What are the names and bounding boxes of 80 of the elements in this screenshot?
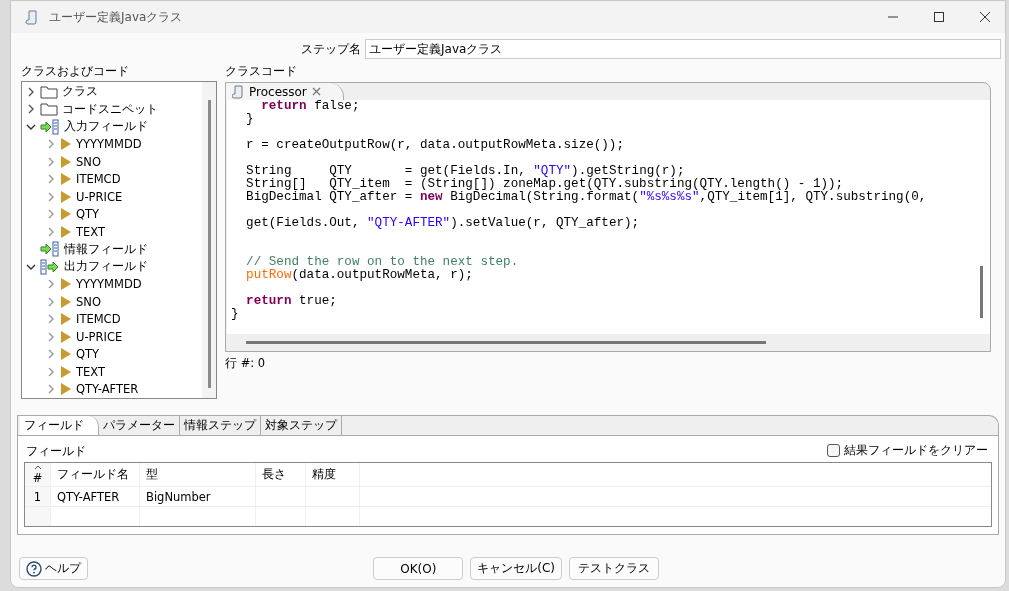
tree-label: クラスおよびコード [21,63,130,79]
arrow-column-icon [40,241,60,258]
folder-icon [40,84,58,99]
triangle-icon [60,138,72,151]
triangle-icon [60,208,72,221]
column-header[interactable]: # [25,463,51,486]
scrollbar-thumb[interactable] [207,100,211,388]
chevron-icon[interactable] [26,104,36,115]
triangle-icon [60,225,72,238]
tree-item[interactable]: TEXT [22,223,202,241]
triangle-icon [60,365,72,378]
triangle-icon [60,295,72,308]
tree-item[interactable]: QTY [22,345,202,363]
tree-item[interactable]: TEXT [22,363,202,381]
table-cell: BigNumber [140,487,256,506]
step-name-label: ステップ名 [301,41,361,57]
tree-item[interactable]: YYYYMMDD [22,135,202,153]
triangle-icon [60,383,72,396]
window-title: ユーザー定義Javaクラス [49,8,183,26]
column-header[interactable]: フィールド名 [51,463,140,486]
dialog-button[interactable]: テストクラス [569,557,659,580]
code-line: } [231,308,240,321]
code-line: BigDecimal QTY_after = new BigDecimal(String.format("%s%s%s",QTY_item[1], QTY.substring(0, [245,191,928,204]
code-line: // Send the row on to the next step. [245,256,520,269]
question-icon [26,560,42,577]
tree-item[interactable]: SNO [22,153,202,171]
sort-icon[interactable] [33,464,42,470]
maximize-icon[interactable] [933,11,945,23]
step-name-field[interactable]: ユーザー定義Javaクラス [365,39,1001,59]
editor-tab[interactable]: Processor [226,83,344,100]
triangle-icon [60,330,72,343]
code-line: } [245,113,255,126]
scrollbar-thumb[interactable] [246,341,766,344]
folder-icon [40,102,58,117]
row-number: 1 [25,487,51,506]
tree-item[interactable]: U-PRICE [22,328,202,346]
dialog-button[interactable]: OK(O) [373,557,464,580]
arrow-column-icon [40,118,60,135]
tree-item[interactable]: ITEMCD [22,170,202,188]
code-line: return true; [245,295,338,308]
tree-item[interactable]: ITEMCD [22,310,202,328]
cursor-position: 行 #: 0 [225,356,267,371]
tree-item[interactable]: 情報フィールド [22,240,202,258]
tree-item[interactable]: U-PRICE [22,188,202,206]
dialog-button[interactable]: キャンセル(C) [470,557,562,580]
tree-item[interactable]: クラス [22,83,202,101]
help-button[interactable]: ヘルプ [19,557,88,580]
code-line: get(Fields.Out, "QTY-AFTER").setValue(r, QTY_after); [245,217,641,230]
code-line: String[] QTY_item = (String[]) zoneMap.get(QTY.substring(QTY.length() - 1)); [245,178,844,191]
scroll-icon [25,9,39,25]
column-header[interactable]: 精度 [306,463,360,486]
tree-item[interactable]: QTY [22,205,202,223]
triangle-icon [60,173,72,186]
tree-item[interactable]: コードスニペット [22,100,202,118]
column-arrow-icon [40,258,60,275]
editor-label: クラスコード [225,63,298,79]
triangle-icon [60,348,72,361]
clear-fields-checkbox[interactable]: 結果フィールドをクリアー [827,442,988,459]
triangle-icon [60,313,72,326]
tree-item[interactable]: 出力フィールド [22,258,202,276]
triangle-icon [60,190,72,203]
code-line: putRow(data.outputRowMeta, r); [245,269,474,282]
code-line: return false; [260,100,361,113]
code-line: r = createOutputRow(r, data.outputRowMeta.size()); [245,139,625,152]
tree-item[interactable]: SNO [22,293,202,311]
tab[interactable]: フィールド [20,416,99,435]
tree-item[interactable]: 入力フィールド [22,118,202,136]
tree-item[interactable]: YYYYMMDD [22,275,202,293]
triangle-icon [60,155,72,168]
triangle-icon [60,278,72,291]
table-cell: QTY-AFTER [51,487,140,506]
column-header[interactable]: 型 [140,463,256,486]
column-header[interactable]: 長さ [256,463,306,486]
code-line: String QTY = get(Fields.In, "QTY").getString(r); [245,165,685,178]
fields-label: フィールド [26,442,86,459]
scroll-icon [232,84,244,99]
chevron-icon[interactable] [26,86,36,97]
scrollbar-thumb[interactable] [979,266,983,318]
tree-item[interactable]: QTY-AFTER [22,380,202,398]
close-icon[interactable] [979,11,991,23]
